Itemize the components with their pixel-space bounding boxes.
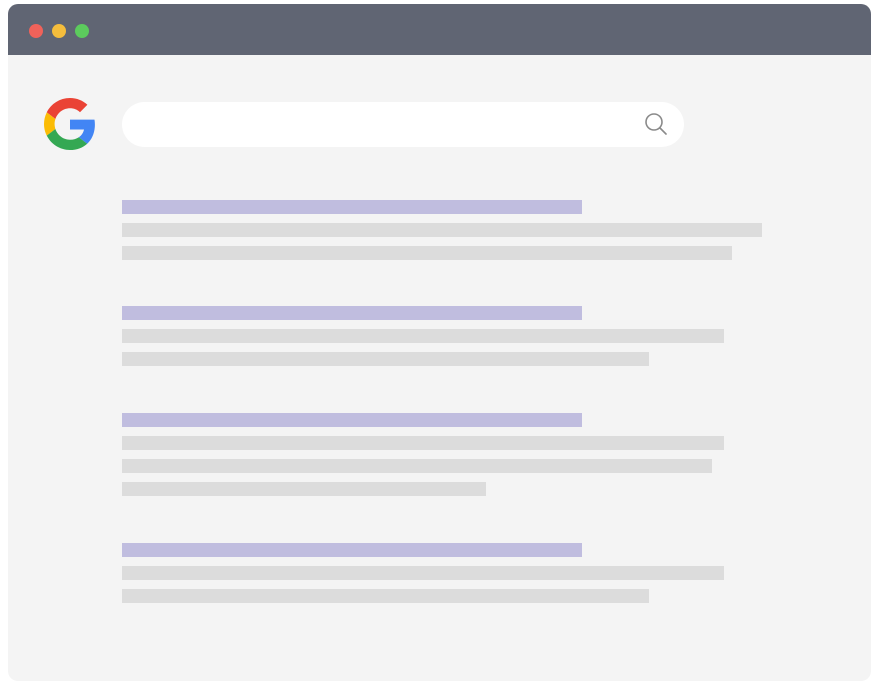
result-snippet-placeholder	[122, 352, 649, 366]
result-snippet-placeholder	[122, 482, 486, 496]
search-input[interactable]	[140, 102, 630, 147]
result-snippet-placeholder	[122, 436, 724, 450]
title-bar	[8, 4, 871, 55]
search-icon[interactable]	[643, 111, 669, 137]
result-snippet-placeholder	[122, 246, 732, 260]
result-title-placeholder[interactable]	[122, 413, 582, 427]
close-window-button[interactable]	[29, 24, 43, 38]
result-title-placeholder[interactable]	[122, 200, 582, 214]
minimize-window-button[interactable]	[52, 24, 66, 38]
maximize-window-button[interactable]	[75, 24, 89, 38]
result-title-placeholder[interactable]	[122, 543, 582, 557]
browser-window	[8, 4, 871, 681]
result-title-placeholder[interactable]	[122, 306, 582, 320]
result-snippet-placeholder	[122, 329, 724, 343]
result-snippet-placeholder	[122, 459, 712, 473]
result-snippet-placeholder	[122, 223, 762, 237]
result-snippet-placeholder	[122, 566, 724, 580]
result-snippet-placeholder	[122, 589, 649, 603]
search-bar[interactable]	[122, 102, 684, 147]
google-logo-icon[interactable]	[44, 98, 96, 150]
